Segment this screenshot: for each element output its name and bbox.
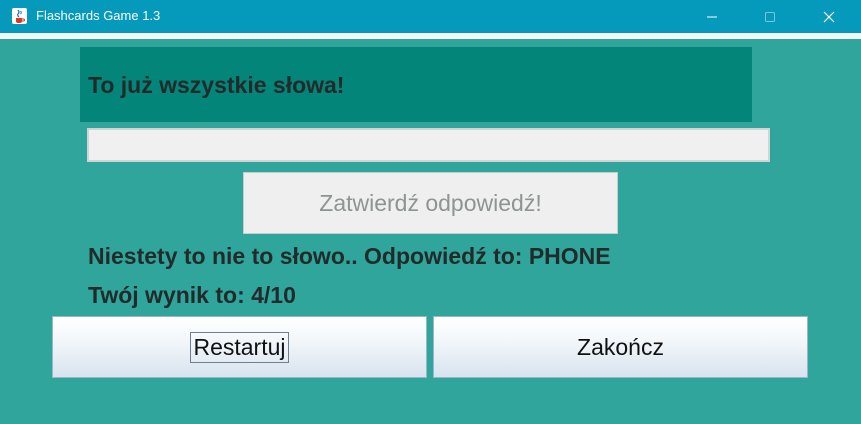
minimize-icon[interactable] [689, 0, 735, 33]
confirm-answer-label: Zatwierdź odpowiedź! [319, 189, 542, 216]
game-panel: To już wszystkie słowa! Zatwierdź odpowi… [0, 39, 861, 424]
header-message: To już wszystkie słowa! [88, 72, 345, 98]
header-panel: To już wszystkie słowa! [80, 47, 752, 122]
java-cup-icon [11, 7, 28, 25]
close-icon[interactable] [806, 0, 852, 33]
title-bar: Flashcards Game 1.3 [0, 0, 861, 33]
restart-label: Restartuj [190, 331, 289, 363]
confirm-answer-button[interactable]: Zatwierdź odpowiedź! [243, 172, 618, 234]
restart-button[interactable]: Restartuj [52, 316, 427, 378]
quit-button[interactable]: Zakończ [433, 316, 808, 378]
feedback-message: Niestety to nie to słowo.. Odpowiedź to:… [88, 243, 611, 269]
quit-label: Zakończ [577, 333, 664, 360]
maximize-icon[interactable] [747, 0, 793, 33]
score-display: Twój wynik to: 4/10 [88, 282, 296, 308]
window-title: Flashcards Game 1.3 [36, 8, 161, 23]
answer-input[interactable] [87, 128, 770, 162]
